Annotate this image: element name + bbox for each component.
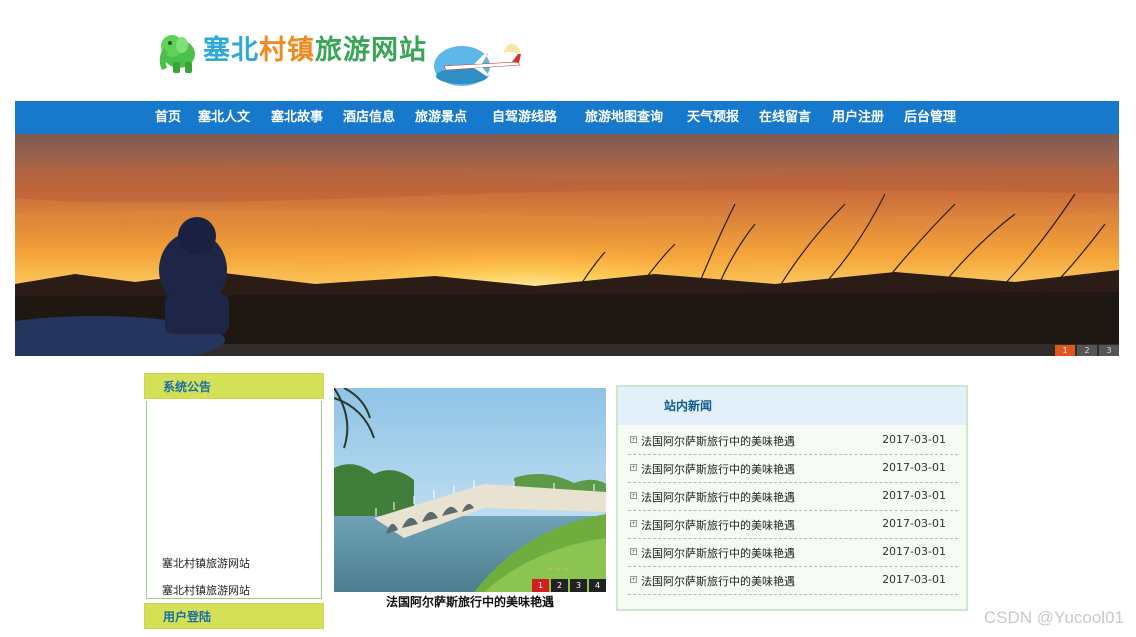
nav-item-self-drive[interactable]: 自驾游线路: [492, 101, 557, 134]
bullet-icon: +: [630, 436, 637, 443]
logo-text-part: 塞北: [203, 35, 259, 66]
bullet-icon: +: [630, 464, 637, 471]
hero-banner[interactable]: 1 2 3: [15, 134, 1119, 356]
news-item-title[interactable]: 法国阿尔萨斯旅行中的美味艳遇: [641, 573, 795, 589]
news-item[interactable]: + 法国阿尔萨斯旅行中的美味艳遇 2017-03-01: [628, 511, 958, 539]
nav-item-guestbook[interactable]: 在线留言: [759, 101, 811, 134]
bullet-icon: +: [630, 576, 637, 583]
nav-item-stories[interactable]: 塞北故事: [271, 101, 323, 134]
logo-text-part: 旅游网站: [315, 35, 427, 66]
news-item[interactable]: + 法国阿尔萨斯旅行中的美味艳遇 2017-03-01: [628, 539, 958, 567]
banner-page-2[interactable]: 2: [1077, 345, 1097, 356]
nav-item-register[interactable]: 用户注册: [832, 101, 884, 134]
news-item-date: 2017-03-01: [882, 461, 946, 474]
login-panel-title: 用户登陆: [144, 603, 324, 629]
logo-text-part: 村镇: [259, 35, 315, 66]
photo-page-3[interactable]: 3: [570, 579, 587, 592]
photo-slideshow[interactable]: ~ ~ ~ 1 2 3 4: [334, 388, 606, 592]
news-item[interactable]: + 法国阿尔萨斯旅行中的美味艳遇 2017-03-01: [628, 567, 958, 595]
notice-item[interactable]: 塞北村镇旅游网站: [162, 555, 250, 571]
site-logo-title[interactable]: 塞北村镇旅游网站: [203, 28, 427, 67]
airplane-illustration: [430, 40, 530, 92]
notice-panel: 系统公告 塞北村镇旅游网站 塞北村镇旅游网站: [144, 373, 324, 599]
news-item-date: 2017-03-01: [882, 573, 946, 586]
news-item-title[interactable]: 法国阿尔萨斯旅行中的美味艳遇: [641, 517, 795, 533]
nav-item-map-search[interactable]: 旅游地图查询: [585, 101, 663, 134]
news-item-date: 2017-03-01: [882, 489, 946, 502]
news-item-title[interactable]: 法国阿尔萨斯旅行中的美味艳遇: [641, 545, 795, 561]
watermark: CSDN @Yucool01: [983, 608, 1124, 627]
login-panel: 用户登陆: [144, 603, 324, 629]
banner-page-1[interactable]: 1: [1055, 345, 1075, 356]
bullet-icon: +: [630, 548, 637, 555]
news-item-date: 2017-03-01: [882, 433, 946, 446]
notice-item[interactable]: 塞北村镇旅游网站: [162, 582, 250, 598]
bullet-icon: +: [630, 492, 637, 499]
news-item-date: 2017-03-01: [882, 517, 946, 530]
nav-item-culture[interactable]: 塞北人文: [198, 101, 250, 134]
news-item[interactable]: + 法国阿尔萨斯旅行中的美味艳遇 2017-03-01: [628, 483, 958, 511]
photo-page-2[interactable]: 2: [551, 579, 568, 592]
banner-pager: 1 2 3: [1053, 345, 1119, 356]
photo-page-4[interactable]: 4: [589, 579, 606, 592]
nav-item-attractions[interactable]: 旅游景点: [415, 101, 467, 134]
nav-item-home[interactable]: 首页: [155, 101, 181, 134]
photo-overlay-text: ~ ~ ~: [548, 564, 569, 574]
news-panel-title: 站内新闻: [618, 387, 966, 425]
news-item-date: 2017-03-01: [882, 545, 946, 558]
news-item-title[interactable]: 法国阿尔萨斯旅行中的美味艳遇: [641, 461, 795, 477]
news-panel: 站内新闻 + 法国阿尔萨斯旅行中的美味艳遇 2017-03-01 + 法国阿尔萨…: [616, 385, 968, 611]
site-header: 塞北村镇旅游网站: [0, 0, 1136, 100]
news-item[interactable]: + 法国阿尔萨斯旅行中的美味艳遇 2017-03-01: [628, 427, 958, 455]
photo-page-1[interactable]: 1: [532, 579, 549, 592]
bridge-photo: ~ ~ ~: [334, 388, 606, 592]
nav-item-admin[interactable]: 后台管理: [904, 101, 956, 134]
news-list: + 法国阿尔萨斯旅行中的美味艳遇 2017-03-01 + 法国阿尔萨斯旅行中的…: [628, 427, 958, 595]
photo-pager: 1 2 3 4: [530, 579, 606, 592]
news-item-title[interactable]: 法国阿尔萨斯旅行中的美味艳遇: [641, 433, 795, 449]
news-item-title[interactable]: 法国阿尔萨斯旅行中的美味艳遇: [641, 489, 795, 505]
nav-item-hotels[interactable]: 酒店信息: [343, 101, 395, 134]
news-item[interactable]: + 法国阿尔萨斯旅行中的美味艳遇 2017-03-01: [628, 455, 958, 483]
notice-list: 塞北村镇旅游网站 塞北村镇旅游网站: [146, 401, 322, 599]
main-nav: 首页 塞北人文 塞北故事 酒店信息 旅游景点 自驾游线路 旅游地图查询 天气预报…: [15, 101, 1119, 134]
nav-item-weather[interactable]: 天气预报: [687, 101, 739, 134]
photo-caption[interactable]: 法国阿尔萨斯旅行中的美味艳遇: [334, 593, 606, 610]
elephant-icon[interactable]: [157, 26, 199, 78]
bullet-icon: +: [630, 520, 637, 527]
banner-page-3[interactable]: 3: [1099, 345, 1119, 356]
notice-panel-title: 系统公告: [144, 373, 324, 399]
sunset-banner-image: [15, 134, 1119, 356]
